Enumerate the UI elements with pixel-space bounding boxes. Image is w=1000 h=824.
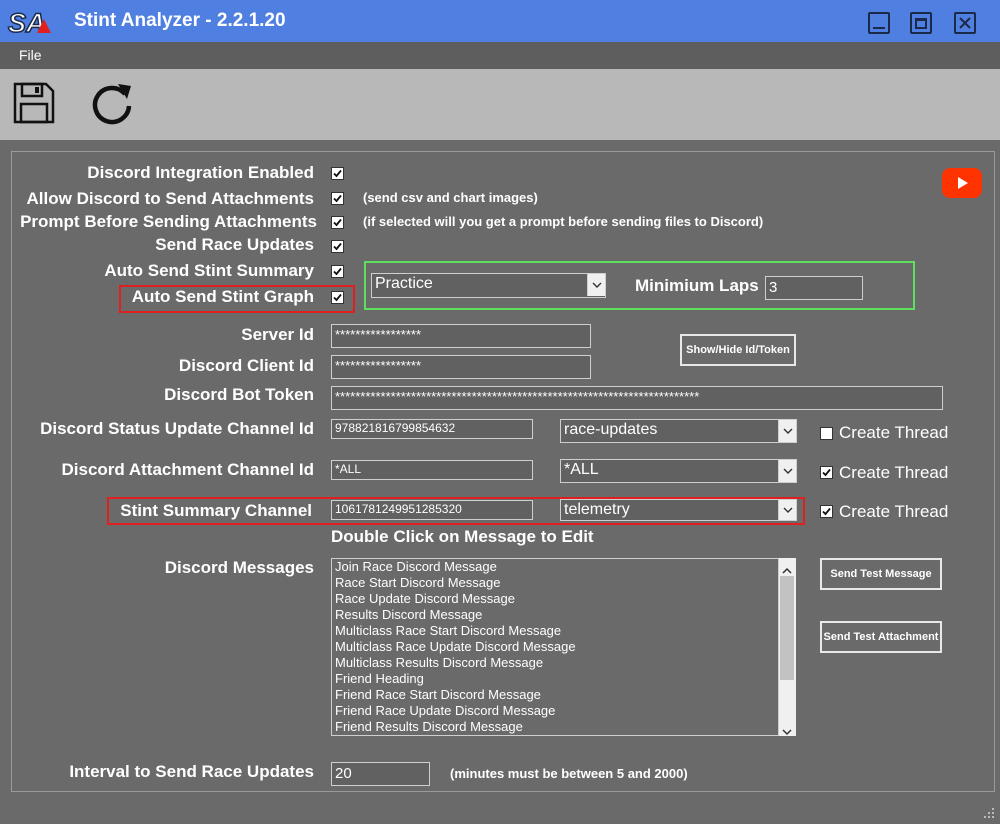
- interval-note: (minutes must be between 5 and 2000): [450, 766, 688, 781]
- auto-stint-summary-label: Auto Send Stint Summary: [104, 261, 314, 280]
- check-icon: [333, 242, 342, 251]
- list-item[interactable]: Race Update Discord Message: [332, 591, 795, 607]
- attachment-channel-label: Discord Attachment Channel Id: [61, 460, 314, 479]
- stint-summary-channel-label: Stint Summary Channel: [120, 501, 312, 520]
- status-create-thread-checkbox[interactable]: [820, 427, 833, 440]
- client-id-input[interactable]: *****************: [331, 355, 591, 379]
- check-icon: [333, 194, 342, 203]
- show-hide-button[interactable]: Show/Hide Id/Token: [680, 334, 796, 366]
- attachment-create-thread-label: Create Thread: [839, 463, 949, 482]
- bot-token-label: Discord Bot Token: [164, 385, 314, 404]
- menu-bar: [0, 42, 1000, 69]
- chevron-down-icon: [778, 420, 796, 442]
- send-test-attachment-button[interactable]: Send Test Attachment: [820, 621, 942, 653]
- check-icon: [822, 468, 831, 477]
- check-icon: [333, 293, 342, 302]
- toolbar: [0, 69, 1000, 140]
- minimize-button[interactable]: [868, 12, 890, 34]
- send-race-updates-label: Send Race Updates: [155, 235, 314, 254]
- allow-attachments-note: (send csv and chart images): [363, 190, 538, 205]
- prompt-attachments-checkbox[interactable]: [331, 216, 344, 229]
- refresh-icon: [92, 84, 132, 125]
- allow-attachments-label: Allow Discord to Send Attachments: [26, 189, 314, 208]
- status-channel-label: Discord Status Update Channel Id: [40, 419, 314, 438]
- chevron-down-icon: [778, 500, 796, 520]
- list-item[interactable]: Friend Race Start Discord Message: [332, 687, 795, 703]
- list-item[interactable]: Friend Results Discord Message: [332, 719, 795, 735]
- stint-summary-channel-id-input[interactable]: 1061781249951285320: [331, 500, 533, 520]
- status-create-thread-label: Create Thread: [839, 423, 949, 442]
- youtube-icon[interactable]: [942, 168, 982, 198]
- close-icon: [959, 17, 971, 29]
- window-title: Stint Analyzer - 2.2.1.20: [74, 10, 286, 31]
- stint-summary-channel-value: telemetry: [564, 501, 630, 518]
- auto-stint-summary-checkbox[interactable]: [331, 265, 344, 278]
- messages-hint: Double Click on Message to Edit: [331, 527, 594, 546]
- list-item[interactable]: Multiclass Results Discord Message: [332, 655, 795, 671]
- status-channel-id-input[interactable]: 978821816799854632: [331, 419, 533, 439]
- messages-scroll-thumb[interactable]: [780, 576, 794, 680]
- check-icon: [333, 218, 342, 227]
- minimum-laps-input[interactable]: 3: [765, 276, 863, 300]
- bot-token-input[interactable]: ****************************************…: [331, 386, 943, 410]
- interval-label: Interval to Send Race Updates: [69, 762, 314, 781]
- maximize-icon: [915, 17, 927, 29]
- discord-enabled-label: Discord Integration Enabled: [87, 163, 314, 182]
- list-item[interactable]: Friend Race Update Discord Message: [332, 703, 795, 719]
- auto-stint-graph-checkbox[interactable]: [331, 291, 344, 304]
- attachment-create-thread-checkbox[interactable]: [820, 466, 833, 479]
- list-item[interactable]: Multiclass Race Update Discord Message: [332, 639, 795, 655]
- attachment-channel-id-input[interactable]: *ALL: [331, 460, 533, 480]
- client-id-label: Discord Client Id: [178, 356, 314, 375]
- discord-enabled-checkbox[interactable]: [331, 167, 344, 180]
- interval-input[interactable]: 20: [331, 762, 430, 786]
- discord-messages-list[interactable]: Join Race Discord Message Race Start Dis…: [331, 558, 796, 736]
- menu-file[interactable]: File: [19, 47, 42, 63]
- list-item[interactable]: Race Start Discord Message: [332, 575, 795, 591]
- allow-attachments-checkbox[interactable]: [331, 192, 344, 205]
- minimum-laps-label: Minimium Laps: [635, 276, 759, 295]
- save-button[interactable]: [12, 81, 56, 125]
- stint-summary-create-thread-checkbox[interactable]: [820, 505, 833, 518]
- close-button[interactable]: [954, 12, 976, 34]
- list-item[interactable]: Multiclass Race Start Discord Message: [332, 623, 795, 639]
- attachment-channel-select[interactable]: *ALL: [560, 459, 797, 483]
- check-icon: [333, 169, 342, 178]
- list-item[interactable]: Join Race Discord Message: [332, 559, 795, 575]
- list-item[interactable]: Results Discord Message: [332, 607, 795, 623]
- maximize-button[interactable]: [910, 12, 932, 34]
- list-item[interactable]: Friend Heading: [332, 671, 795, 687]
- save-icon: [13, 82, 55, 124]
- send-race-updates-checkbox[interactable]: [331, 240, 344, 253]
- attachment-channel-value: *ALL: [564, 461, 599, 478]
- stint-summary-create-thread-label: Create Thread: [839, 502, 949, 521]
- check-icon: [333, 267, 342, 276]
- refresh-button[interactable]: [89, 80, 135, 126]
- scroll-down-icon[interactable]: [781, 723, 793, 741]
- prompt-attachments-note: (if selected will you get a prompt befor…: [363, 214, 764, 229]
- resize-grip-icon[interactable]: [982, 806, 996, 824]
- minimize-icon: [873, 27, 885, 29]
- session-type-value: Practice: [375, 275, 433, 292]
- prompt-attachments-label: Prompt Before Sending Attachments: [20, 212, 317, 231]
- app-logo-icon: SA: [7, 7, 55, 39]
- scroll-up-icon[interactable]: [781, 562, 793, 580]
- server-id-label: Server Id: [241, 325, 314, 344]
- play-icon: [958, 177, 968, 189]
- session-type-select[interactable]: Practice: [371, 273, 606, 298]
- auto-stint-graph-label: Auto Send Stint Graph: [131, 287, 314, 306]
- check-icon: [822, 507, 831, 516]
- stint-summary-channel-select[interactable]: telemetry: [560, 499, 797, 521]
- chevron-down-icon: [587, 274, 605, 296]
- status-channel-value: race-updates: [564, 421, 658, 438]
- send-test-message-button[interactable]: Send Test Message: [820, 558, 942, 590]
- chevron-down-icon: [778, 460, 796, 482]
- status-channel-select[interactable]: race-updates: [560, 419, 797, 443]
- server-id-input[interactable]: *****************: [331, 324, 591, 348]
- discord-messages-label: Discord Messages: [164, 558, 314, 577]
